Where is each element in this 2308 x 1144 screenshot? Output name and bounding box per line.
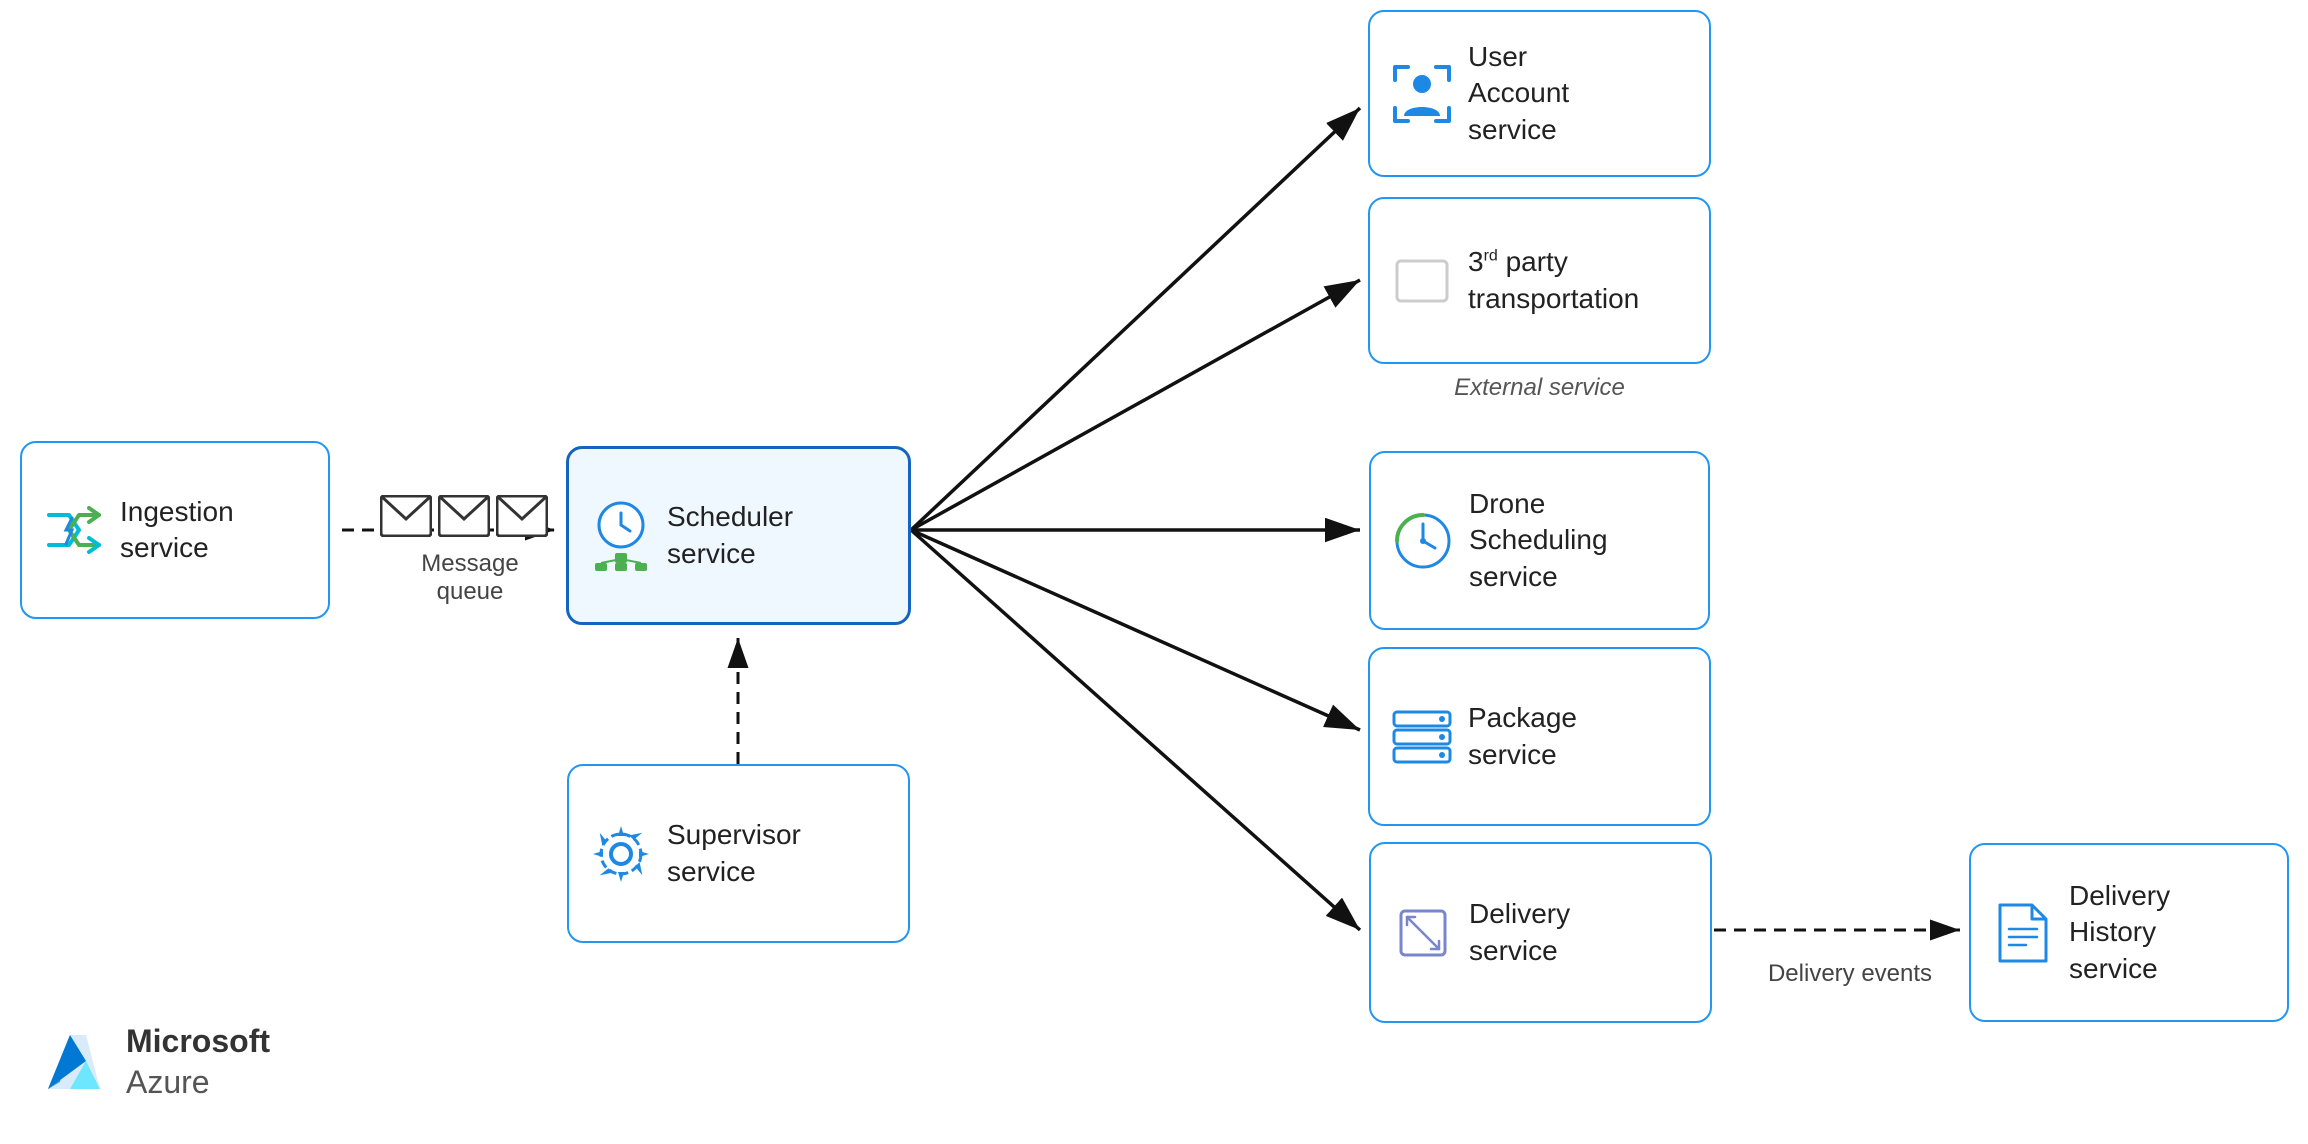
third-party-service-box: 3rd party transportation xyxy=(1368,197,1711,364)
delivery-icon xyxy=(1391,901,1455,965)
ingestion-service-label: Ingestion service xyxy=(120,494,234,567)
drone-scheduling-icon xyxy=(1391,509,1455,573)
ingestion-service-box: Ingestion service xyxy=(20,441,330,619)
azure-logo-text: Microsoft Azure xyxy=(126,1021,270,1104)
third-party-icon xyxy=(1390,249,1454,313)
delivery-history-service-label: Delivery History service xyxy=(2069,878,2170,987)
supervisor-service-label: Supervisor service xyxy=(667,817,801,890)
external-service-caption: External service xyxy=(1368,374,1711,402)
user-account-service-label: User Account service xyxy=(1468,39,1569,148)
scheduler-service-box: Scheduler service xyxy=(566,446,911,625)
message-queue-caption: Message queue xyxy=(390,550,550,606)
delivery-history-service-box: Delivery History service xyxy=(1969,843,2289,1022)
package-service-label: Package service xyxy=(1468,700,1577,773)
delivery-history-icon xyxy=(1991,901,2055,965)
user-account-service-box: User Account service xyxy=(1368,10,1711,177)
azure-logo: Microsoft Azure xyxy=(40,1021,270,1104)
package-icon xyxy=(1390,705,1454,769)
ingestion-icon xyxy=(42,498,106,562)
message-queue-icons xyxy=(380,495,548,537)
package-service-box: Package service xyxy=(1368,647,1711,826)
supervisor-service-box: Supervisor service xyxy=(567,764,910,943)
drone-scheduling-service-label: Drone Scheduling service xyxy=(1469,486,1608,595)
scheduler-icon xyxy=(589,504,653,568)
drone-scheduling-service-box: Drone Scheduling service xyxy=(1369,451,1710,630)
user-account-icon xyxy=(1390,62,1454,126)
scheduler-service-label: Scheduler service xyxy=(667,499,793,572)
third-party-service-label: 3rd party transportation xyxy=(1468,244,1639,317)
supervisor-icon xyxy=(589,822,653,886)
delivery-service-label: Delivery service xyxy=(1469,896,1570,969)
delivery-service-box: Delivery service xyxy=(1369,842,1712,1023)
delivery-events-caption: Delivery events xyxy=(1740,960,1960,988)
